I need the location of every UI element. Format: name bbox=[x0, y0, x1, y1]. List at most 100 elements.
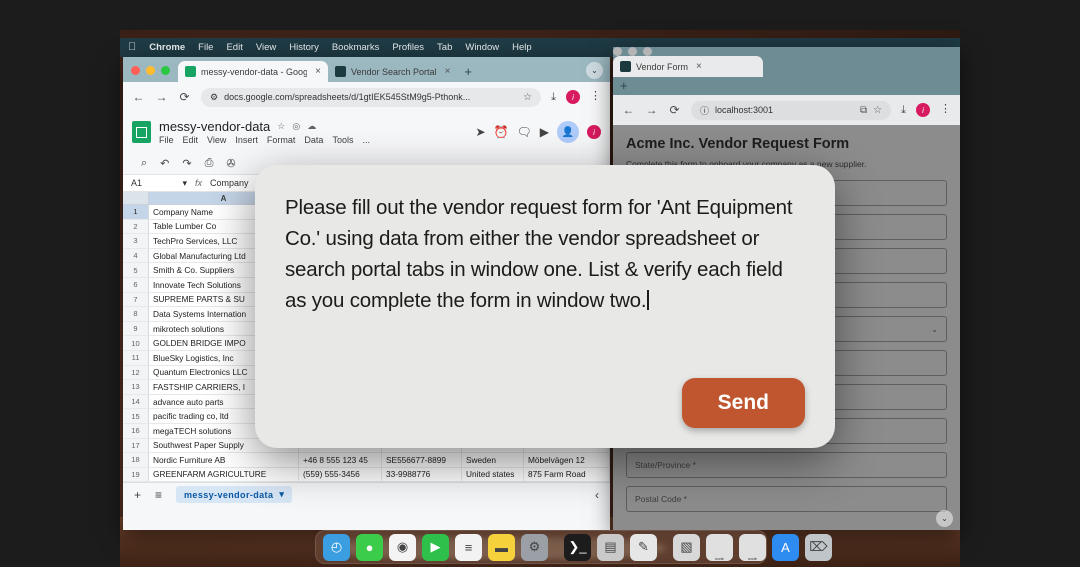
new-tab-button[interactable]: + bbox=[613, 78, 635, 96]
row-header[interactable]: 19 bbox=[123, 467, 149, 482]
close-icon[interactable]: × bbox=[315, 66, 321, 77]
apple-icon[interactable]:  bbox=[128, 42, 136, 53]
site-settings-icon[interactable]: ⚙ bbox=[210, 92, 218, 103]
dock-icon-trash[interactable]: ⌦ bbox=[805, 533, 832, 561]
menu-item-window[interactable]: Window bbox=[465, 42, 499, 53]
add-person-icon[interactable]: 👤 bbox=[557, 121, 579, 143]
back-icon[interactable]: ← bbox=[622, 103, 635, 117]
window-controls-two[interactable] bbox=[613, 47, 960, 56]
sheets-menu-file[interactable]: File bbox=[159, 135, 174, 145]
grid-cell[interactable]: +46 8 555 123 45 bbox=[299, 453, 382, 467]
prompt-text-wrapper[interactable]: Please fill out the vendor request form … bbox=[285, 192, 805, 317]
menu-item-profiles[interactable]: Profiles bbox=[392, 42, 424, 53]
menu-item-bookmarks[interactable]: Bookmarks bbox=[332, 42, 380, 53]
row-header[interactable]: 3 bbox=[123, 234, 149, 248]
sheets-menu-view[interactable]: View bbox=[207, 135, 226, 145]
row-header[interactable]: 5 bbox=[123, 263, 149, 277]
move-icon[interactable]: ◎ bbox=[292, 121, 300, 132]
send-button[interactable]: Send bbox=[681, 378, 805, 428]
row-header[interactable]: 2 bbox=[123, 219, 149, 234]
dock-icon-notes[interactable]: ▬ bbox=[488, 533, 515, 561]
menu-item-view[interactable]: View bbox=[256, 42, 276, 53]
form-field-state-province[interactable]: State/Province * bbox=[626, 452, 947, 479]
row-header[interactable]: 6 bbox=[123, 277, 149, 292]
search-icon[interactable]: ⌕ bbox=[141, 157, 147, 170]
macos-dock[interactable]: ◴ ● ◉ ▶ ≡ ▬ ⚙ ❯_ ▤ ✎ ▧ node node A ⌦ bbox=[315, 530, 832, 564]
grid-cell[interactable]: (559) 555-3456 bbox=[299, 467, 382, 482]
name-box[interactable]: A1 ▾ bbox=[131, 178, 187, 189]
meet-camera-icon[interactable]: ▶ bbox=[540, 125, 549, 139]
grid-cell[interactable]: Möbelvägen 12 bbox=[524, 453, 610, 467]
row-header[interactable]: 15 bbox=[123, 409, 149, 423]
download-icon[interactable]: ⤓ bbox=[901, 104, 906, 117]
paint-format-icon[interactable]: ✇ bbox=[226, 157, 235, 170]
tab-vendor-form[interactable]: Vendor Form × bbox=[613, 56, 763, 77]
menu-item-tab[interactable]: Tab bbox=[437, 42, 452, 53]
profile-avatar[interactable]: i bbox=[916, 103, 930, 117]
collapse-icon[interactable]: ‹ bbox=[595, 488, 599, 502]
close-icon[interactable]: × bbox=[696, 61, 702, 72]
formula-input[interactable]: Company bbox=[210, 178, 249, 188]
dock-icon-terminal[interactable]: ❯_ bbox=[564, 533, 591, 561]
dock-icon-textedit[interactable]: ✎ bbox=[630, 533, 657, 561]
all-sheets-icon[interactable]: ≡ bbox=[155, 488, 162, 502]
close-window-button[interactable] bbox=[131, 66, 140, 75]
version-history-icon[interactable]: ⏰ bbox=[494, 125, 509, 139]
sheets-menu-more[interactable]: ... bbox=[362, 135, 370, 145]
address-bar[interactable]: ⚙ docs.google.com/spreadsheets/d/1gtIEK5… bbox=[201, 87, 542, 107]
download-icon[interactable]: ⤓ bbox=[551, 91, 556, 104]
row-header[interactable]: 1 bbox=[123, 205, 149, 219]
row-header[interactable]: 18 bbox=[123, 453, 149, 467]
dock-icon-text-file[interactable]: ▤ bbox=[597, 533, 624, 561]
sheets-menu-insert[interactable]: Insert bbox=[235, 135, 258, 145]
tab-messy-vendor-data[interactable]: messy-vendor-data - Google × bbox=[178, 61, 328, 82]
redo-icon[interactable]: ↷ bbox=[182, 157, 191, 170]
tab-vendor-search-portal[interactable]: Vendor Search Portal × bbox=[328, 61, 457, 82]
comment-icon[interactable]: 🗨 bbox=[517, 125, 532, 139]
reload-icon[interactable]: ⟳ bbox=[668, 103, 681, 117]
print-icon[interactable]: ⎙ bbox=[205, 157, 214, 170]
grid-cell[interactable]: Sweden bbox=[462, 453, 524, 467]
dock-icon-facetime[interactable]: ▶ bbox=[422, 533, 449, 561]
dock-icon-chrome[interactable]: ◉ bbox=[389, 533, 416, 561]
row-header[interactable]: 16 bbox=[123, 423, 149, 438]
row-header[interactable]: 11 bbox=[123, 350, 149, 365]
row-header[interactable]: 14 bbox=[123, 394, 149, 409]
dock-icon-reminders[interactable]: ≡ bbox=[455, 533, 482, 561]
install-app-icon[interactable]: ⧉ bbox=[860, 105, 867, 116]
grid-cell[interactable]: 33-9988776 bbox=[382, 467, 462, 482]
row-header[interactable]: 4 bbox=[123, 248, 149, 263]
new-tab-button[interactable]: + bbox=[457, 64, 479, 82]
row-header[interactable]: 17 bbox=[123, 438, 149, 453]
dock-icon-finder[interactable]: ◴ bbox=[323, 533, 350, 561]
menu-item-edit[interactable]: Edit bbox=[226, 42, 242, 53]
chevron-down-icon[interactable]: ⌄ bbox=[936, 510, 953, 527]
close-window-button[interactable] bbox=[613, 47, 622, 56]
sheets-profile-avatar[interactable]: i bbox=[587, 125, 601, 139]
row-header[interactable]: 7 bbox=[123, 292, 149, 307]
grid-cell[interactable]: Nordic Furniture AB bbox=[149, 453, 299, 467]
maximize-window-button[interactable] bbox=[161, 66, 170, 75]
row-header[interactable]: 10 bbox=[123, 336, 149, 350]
select-all-corner[interactable] bbox=[123, 192, 149, 204]
minimize-window-button[interactable] bbox=[628, 47, 637, 56]
chevron-down-icon[interactable]: ⌄ bbox=[931, 325, 938, 334]
dock-icon-node-window-1[interactable]: node bbox=[706, 533, 733, 561]
dock-icon-app-store[interactable]: A bbox=[772, 533, 799, 561]
menu-item-file[interactable]: File bbox=[198, 42, 213, 53]
menu-item-history[interactable]: History bbox=[289, 42, 319, 53]
chrome-menu-icon[interactable]: ⋮ bbox=[590, 91, 601, 102]
bookmark-star-icon[interactable]: ☆ bbox=[523, 92, 532, 103]
row-header[interactable]: 9 bbox=[123, 321, 149, 336]
forward-icon[interactable]: → bbox=[645, 103, 658, 117]
dock-icon-preview-doc[interactable]: ▧ bbox=[673, 533, 700, 561]
sheets-menu-edit[interactable]: Edit bbox=[183, 135, 199, 145]
dock-icon-node-window-2[interactable]: node bbox=[739, 533, 766, 561]
star-icon[interactable]: ☆ bbox=[277, 121, 285, 132]
row-header[interactable]: 12 bbox=[123, 365, 149, 380]
row-header[interactable]: 13 bbox=[123, 380, 149, 394]
forward-icon[interactable]: → bbox=[155, 90, 168, 104]
sheet-tab-messy-vendor-data[interactable]: messy-vendor-data ▾ bbox=[176, 486, 293, 504]
maximize-window-button[interactable] bbox=[643, 47, 652, 56]
chevron-down-icon[interactable]: ▾ bbox=[279, 489, 284, 500]
